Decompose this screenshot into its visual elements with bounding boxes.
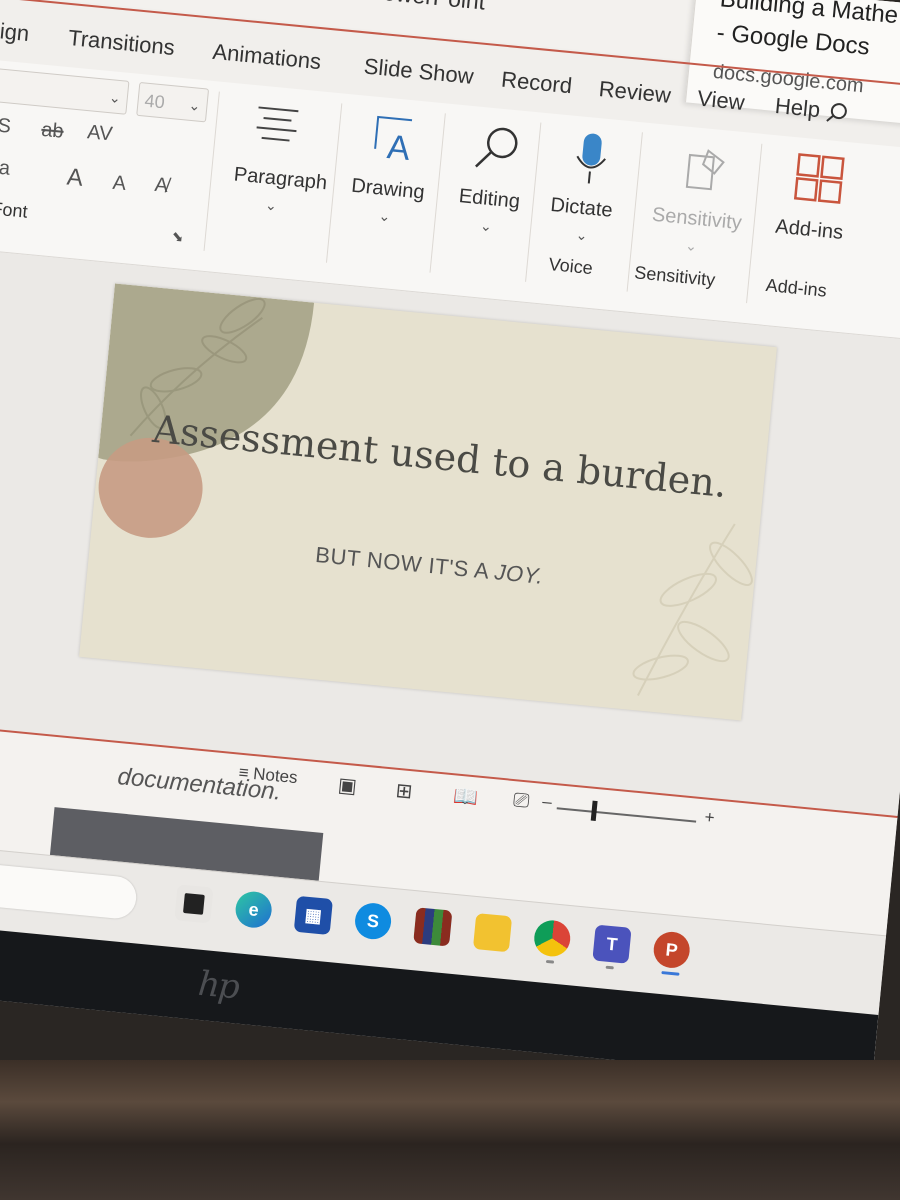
sensitivity-button[interactable]: Sensitivity [651,204,743,236]
paragraph-icon [256,106,299,142]
search-icon [475,127,518,168]
drawing-icon: A [374,115,413,167]
character-spacing-button[interactable]: AV [86,121,113,146]
store-icon[interactable]: ▦ [293,895,333,936]
chevron-down-icon: ⌄ [264,196,278,214]
ribbon-separator [746,143,763,304]
search-icon[interactable] [824,100,850,126]
teams-icon[interactable]: T [592,924,632,964]
sensitivity-group-label: Sensitivity [633,262,717,290]
zoom-out-button[interactable]: – [541,792,552,813]
reading-view-icon[interactable]: 📖 [452,783,479,810]
normal-view-icon[interactable]: ▣ [337,772,358,799]
chevron-down-icon: ⌄ [684,237,698,255]
skype-icon[interactable]: S [353,901,393,941]
tab-design[interactable]: esign [0,16,30,47]
zoom-in-button[interactable]: + [704,808,716,829]
shrink-font-button[interactable]: A [111,172,127,196]
font-name-field[interactable]: ⌄ [0,65,130,115]
microphone-icon [576,133,606,184]
file-explorer-icon[interactable] [472,913,513,953]
paragraph-button[interactable]: Paragraph [233,163,328,195]
hp-logo: hp [196,963,240,1008]
chevron-down-icon: ⌄ [479,217,493,235]
chrome-icon[interactable] [532,918,572,959]
tab-view[interactable]: View [696,86,745,116]
ribbon-separator [325,103,343,263]
edge-icon[interactable]: e [233,890,274,930]
chrome-running-indicator [545,959,555,964]
tab-animations[interactable]: Animations [211,39,323,75]
strikethrough-button[interactable]: ab [40,119,64,144]
powerpoint-icon[interactable]: P [652,930,692,970]
slide-editor: Assessment used to a burden. BUT NOW IT'… [0,243,900,816]
font-size-value: 40 [143,90,166,113]
task-view-icon[interactable] [174,884,214,924]
shadow-button[interactable]: S [0,115,12,139]
font-dialog-launcher-icon[interactable]: ⬊ [171,228,184,246]
dictate-button[interactable]: Dictate [549,194,613,223]
tab-slide-show[interactable]: Slide Show [363,53,475,89]
ribbon-separator [525,122,542,282]
editing-button[interactable]: Editing [458,185,521,214]
zoom-slider-thumb[interactable] [590,800,598,822]
ribbon-separator [429,113,446,273]
laptop-screen: 🖵 ⩡ Organic presentation - PowerPoint Bu… [0,0,900,1085]
chevron-down-icon: ⌄ [575,226,589,244]
minecraft-icon[interactable] [413,907,453,947]
tab-transitions[interactable]: Transitions [67,25,176,61]
taskbar-search[interactable]: arch [0,854,139,921]
add-ins-group-label: Add-ins [764,274,828,301]
slide-subtitle-emphasis: JOY. [493,559,545,589]
powerpoint-active-indicator [661,971,680,976]
svg-text:A: A [386,128,413,167]
change-case-button[interactable]: Aa [0,156,11,181]
slide-sorter-icon[interactable]: ⊞ [395,778,414,804]
zoom-slider[interactable] [556,807,697,823]
current-slide[interactable]: Assessment used to a burden. BUT NOW IT'… [79,283,777,721]
add-ins-button[interactable]: Add-ins [774,216,844,245]
teams-running-indicator [605,965,614,970]
tab-help[interactable]: Help [774,93,821,123]
clear-formatting-icon[interactable]: A̸ [153,174,169,198]
sensitivity-icon [685,149,725,191]
voice-group-label: Voice [547,254,594,279]
slide-show-icon[interactable]: ⎚ [512,789,530,813]
tab-review[interactable]: Review [598,76,672,109]
tab-record[interactable]: Record [500,67,573,100]
font-size-field[interactable]: 40 ⌄ [136,81,210,123]
font-group-label: Font [0,198,29,222]
drawing-button[interactable]: Drawing [350,175,425,205]
grow-font-button[interactable]: A [66,163,85,192]
add-ins-icon [793,153,845,204]
laptop-keyboard-edge [0,1060,900,1200]
chevron-down-icon: ⌄ [377,207,392,225]
